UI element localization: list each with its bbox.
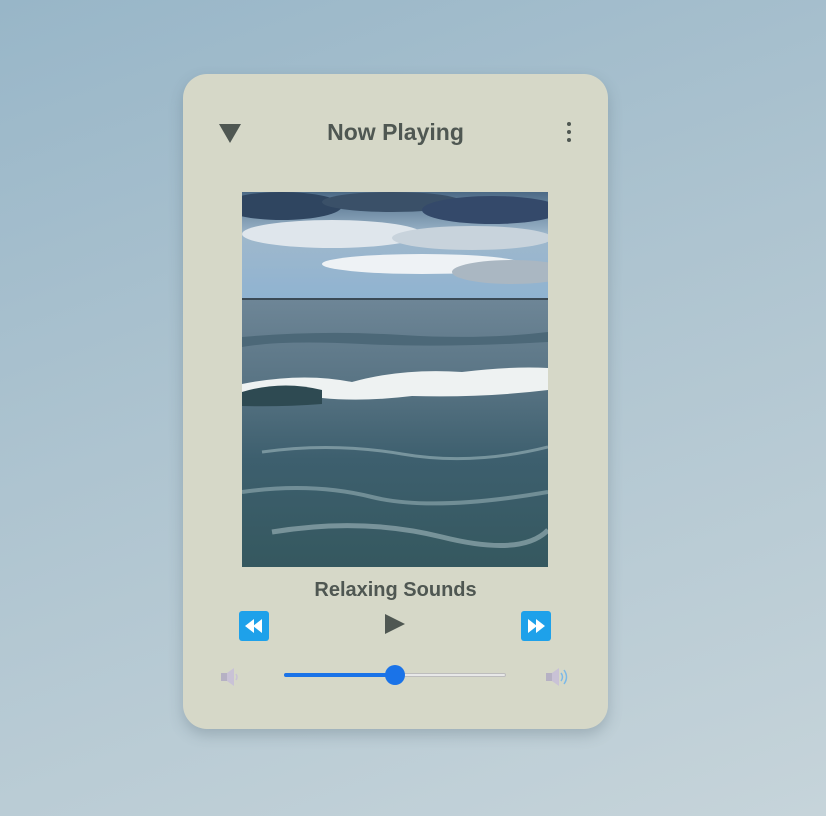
- player-card: Now Playing Relaxing Sounds: [183, 74, 608, 729]
- fast-forward-button[interactable]: [521, 611, 551, 641]
- track-title: Relaxing Sounds: [314, 579, 477, 601]
- volume-slider-thumb[interactable]: [385, 665, 405, 685]
- volume-slider[interactable]: [284, 664, 506, 686]
- page-title: Now Playing: [327, 119, 464, 145]
- more-options-button[interactable]: [563, 120, 575, 146]
- rewind-icon: [245, 619, 262, 633]
- play-button[interactable]: [383, 612, 407, 636]
- play-icon: [385, 614, 405, 634]
- fast-forward-icon: [528, 619, 545, 633]
- volume-low-icon: [219, 667, 245, 687]
- rewind-button[interactable]: [239, 611, 269, 641]
- volume-high-icon: [545, 667, 571, 687]
- album-artwork: [242, 192, 548, 567]
- more-vertical-icon: [567, 122, 571, 142]
